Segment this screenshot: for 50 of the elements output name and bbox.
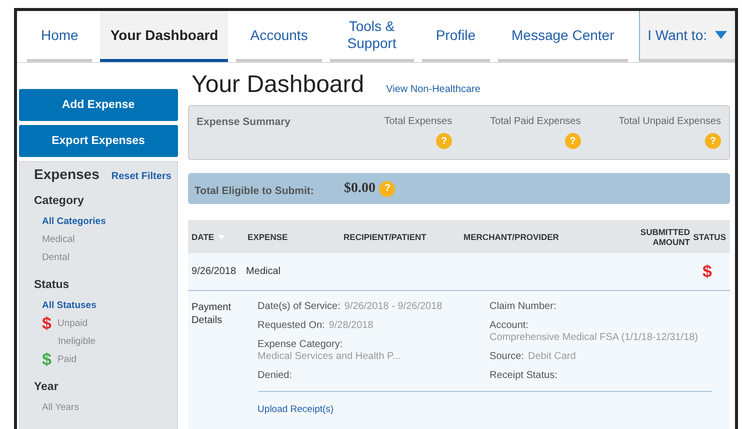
field-value: Medical Services and Health P... [258,351,402,362]
table-cell: Medical [246,266,281,277]
nav-tab[interactable]: Profile [422,11,490,62]
nav-tab[interactable]: Your Dashboard [100,11,228,62]
column-header[interactable]: STATUS [690,232,726,242]
column-header[interactable]: EXPENSE [248,232,344,242]
dollar-icon: $ [42,314,52,332]
filter-group-title: Category [34,195,85,207]
details-title: Payment Details [192,301,232,328]
sidebar-button[interactable]: Export Expenses [19,125,178,157]
field-label: Source: [490,351,524,362]
eligible-amount: $0.00 [344,180,376,196]
column-header[interactable]: RECIPIENT/PATIENT [344,232,464,242]
field-label: Requested On: [258,320,325,331]
column-header[interactable]: MERCHANT/PROVIDER [464,232,604,242]
nav-tab[interactable]: Message Center [498,11,628,62]
field-label: Denied: [258,370,292,381]
column-header[interactable]: SUBMITTED AMOUNT [604,226,690,246]
field-value: Debit Card [528,351,576,362]
dollar-icon: $ [702,262,712,282]
nav-tab[interactable]: Home [27,11,92,62]
field-label: Date(s) of Service: [258,301,340,312]
upload-receipts-link[interactable]: Upload Receipt(s) [258,404,726,415]
total-label: Total Paid Expenses [490,116,581,127]
nav-tab[interactable]: Tools & Support [330,11,414,62]
page-title: Your Dashboard [192,71,364,99]
field-label: Account: [490,320,530,331]
filter-item[interactable]: All Statuses [42,300,96,310]
filter-group-title: Year [34,381,60,393]
sidebar-button[interactable]: Add Expense [19,89,178,121]
nav-tab[interactable]: Accounts [236,11,322,62]
field-label: Receipt Status: [490,370,558,381]
total-label: Total Expenses [384,116,452,127]
dollar-icon: $ [42,350,52,368]
field-label: Claim Number: [490,301,556,312]
eligible-label: Total Eligible to Submit: [194,184,314,196]
caret-icon [715,31,727,39]
i-want-to-menu[interactable]: I Want to: [638,11,735,62]
field-value: 9/28/2018 [328,320,374,331]
view-non-healthcare-link[interactable]: View Non-Healthcare [386,84,480,95]
column-header[interactable]: DATE [192,232,248,242]
reset-filters-link[interactable]: Reset Filters [111,171,172,182]
total-label: Total Unpaid Expenses [618,116,721,127]
filter-heading: Expenses [34,166,100,182]
filter-item[interactable]: All Categories [42,216,106,226]
summary-title: Expense Summary [196,116,292,130]
table-cell: 9/26/2018 [192,266,236,277]
field-value: 9/26/2018 - 9/26/2018 [344,301,442,312]
field-label: Expense Category: [258,339,344,350]
filter-group-title: Status [34,279,70,291]
